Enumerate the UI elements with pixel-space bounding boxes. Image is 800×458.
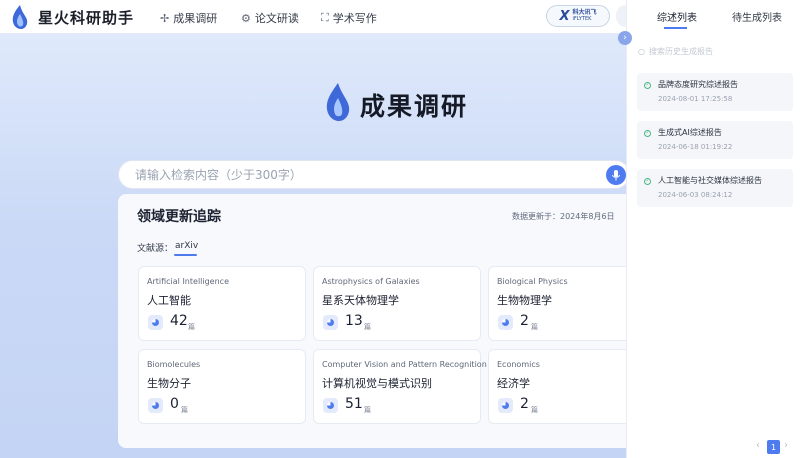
search-icon: ○ <box>638 46 645 56</box>
active-tab-indicator <box>664 27 687 29</box>
field-card[interactable]: Astrophysics of Galaxies 星系天体物理学 13 篇 <box>313 266 481 341</box>
app-title: 星火科研助手 <box>38 9 135 27</box>
pie-chart-icon <box>498 398 513 413</box>
report-title: 人工智能与社交媒体综述报告 <box>658 176 762 185</box>
pie-chart-icon <box>148 315 163 330</box>
paper-count-unit: 篇 <box>364 406 371 414</box>
brain-icon: ⚙ <box>241 11 251 25</box>
field-english-name: Biological Physics <box>497 277 568 286</box>
paper-count-unit: 篇 <box>531 323 538 331</box>
nav-research-label: 成果调研 <box>173 12 218 25</box>
panel-title: 领域更新追踪 <box>137 209 221 225</box>
report-date: 2024-06-03 08:24:12 <box>658 191 733 199</box>
report-sidebar <box>626 0 800 458</box>
field-chinese-name: 计算机视觉与模式识别 <box>322 377 432 390</box>
tab-pending-list[interactable]: 待生成列表 <box>732 9 782 24</box>
report-date: 2024-08-01 17:25:58 <box>658 95 733 103</box>
voice-input-button[interactable] <box>606 165 626 185</box>
nav-reading-label: 论文研读 <box>254 12 299 25</box>
history-search-input[interactable] <box>648 46 779 56</box>
chevron-right-icon: › <box>623 33 627 43</box>
check-circle-icon: ✓ <box>644 178 651 185</box>
update-date: 数据更新于：2024年8月6日 <box>512 212 615 221</box>
sparkle-icon: ✢ <box>160 11 170 25</box>
pie-chart-icon <box>323 398 338 413</box>
paper-count-unit: 篇 <box>531 406 538 414</box>
paper-count: 2 <box>520 313 529 329</box>
paper-count: 13 <box>345 313 363 329</box>
field-card[interactable]: Artificial Intelligence 人工智能 42 篇 <box>138 266 306 341</box>
check-circle-icon: ✓ <box>644 130 651 137</box>
history-search: ○ <box>638 44 788 58</box>
pie-chart-icon <box>323 315 338 330</box>
brand-line-2: iFLYTEK <box>572 16 592 22</box>
collapse-sidebar-button[interactable]: › <box>618 31 632 45</box>
nav-reading[interactable]: ⚙ 论文研读 <box>241 10 299 26</box>
microphone-icon <box>612 169 620 180</box>
paper-count: 51 <box>345 396 363 412</box>
tab-review-list[interactable]: 综述列表 <box>657 9 697 24</box>
field-chinese-name: 人工智能 <box>147 294 191 307</box>
field-chinese-name: 生物物理学 <box>497 294 552 307</box>
paper-count-unit: 篇 <box>181 406 188 414</box>
prev-page-button[interactable]: ‹ <box>756 440 760 451</box>
field-english-name: Astrophysics of Galaxies <box>322 277 420 286</box>
page-number-current[interactable]: 1 <box>767 440 780 454</box>
field-english-name: Economics <box>497 360 540 369</box>
source-label: 文献源： <box>137 244 174 254</box>
nav-research[interactable]: ✢ 成果调研 <box>160 10 217 26</box>
flame-hero-icon <box>326 83 350 121</box>
field-english-name: Artificial Intelligence <box>147 277 229 286</box>
field-english-name: Computer Vision and Pattern Recognition <box>322 360 487 369</box>
field-card[interactable]: Computer Vision and Pattern Recognition … <box>313 349 487 424</box>
paper-count: 0 <box>170 396 179 412</box>
report-item[interactable]: ✓ 人工智能与社交媒体综述报告 2024-06-03 08:24:12 <box>637 169 793 207</box>
report-item[interactable]: ✓ 品牌态度研究综述报告 2024-08-01 17:25:58 <box>637 73 793 111</box>
paper-count-unit: 篇 <box>364 323 371 331</box>
field-chinese-name: 星系天体物理学 <box>322 294 399 307</box>
hero-title: 成果调研 <box>360 92 469 121</box>
active-tab-indicator <box>174 254 197 256</box>
field-card[interactable]: Biomolecules 生物分子 0 篇 <box>138 349 306 424</box>
search-input[interactable] <box>135 166 575 184</box>
nav-writing[interactable]: ⛶ 学术写作 <box>321 10 377 26</box>
paper-count: 2 <box>520 396 529 412</box>
pie-chart-icon <box>498 315 513 330</box>
report-title: 生成式AI综述报告 <box>658 128 722 137</box>
paper-count: 42 <box>170 313 188 329</box>
source-tab-arxiv[interactable]: arXiv <box>175 241 198 251</box>
report-item[interactable]: ✓ 生成式AI综述报告 2024-06-18 01:19:22 <box>637 121 793 159</box>
field-english-name: Biomolecules <box>147 360 201 369</box>
expand-icon: ⛶ <box>321 11 329 24</box>
report-title: 品牌态度研究综述报告 <box>658 80 738 89</box>
search-bar <box>118 160 630 189</box>
field-chinese-name: 生物分子 <box>147 377 191 390</box>
brand-line-1: 科大讯飞 <box>572 9 597 16</box>
iflytek-badge[interactable]: X 科大讯飞 iFLYTEK <box>546 5 610 27</box>
paper-count-unit: 篇 <box>188 323 195 331</box>
flame-logo-icon <box>12 5 28 29</box>
check-circle-icon: ✓ <box>644 82 651 89</box>
pie-chart-icon <box>148 398 163 413</box>
nav-writing-label: 学术写作 <box>332 12 377 25</box>
next-page-button[interactable]: › <box>784 440 788 451</box>
report-date: 2024-06-18 01:19:22 <box>658 143 733 151</box>
iflytek-logo-icon: X <box>559 8 570 24</box>
field-chinese-name: 经济学 <box>497 377 530 390</box>
